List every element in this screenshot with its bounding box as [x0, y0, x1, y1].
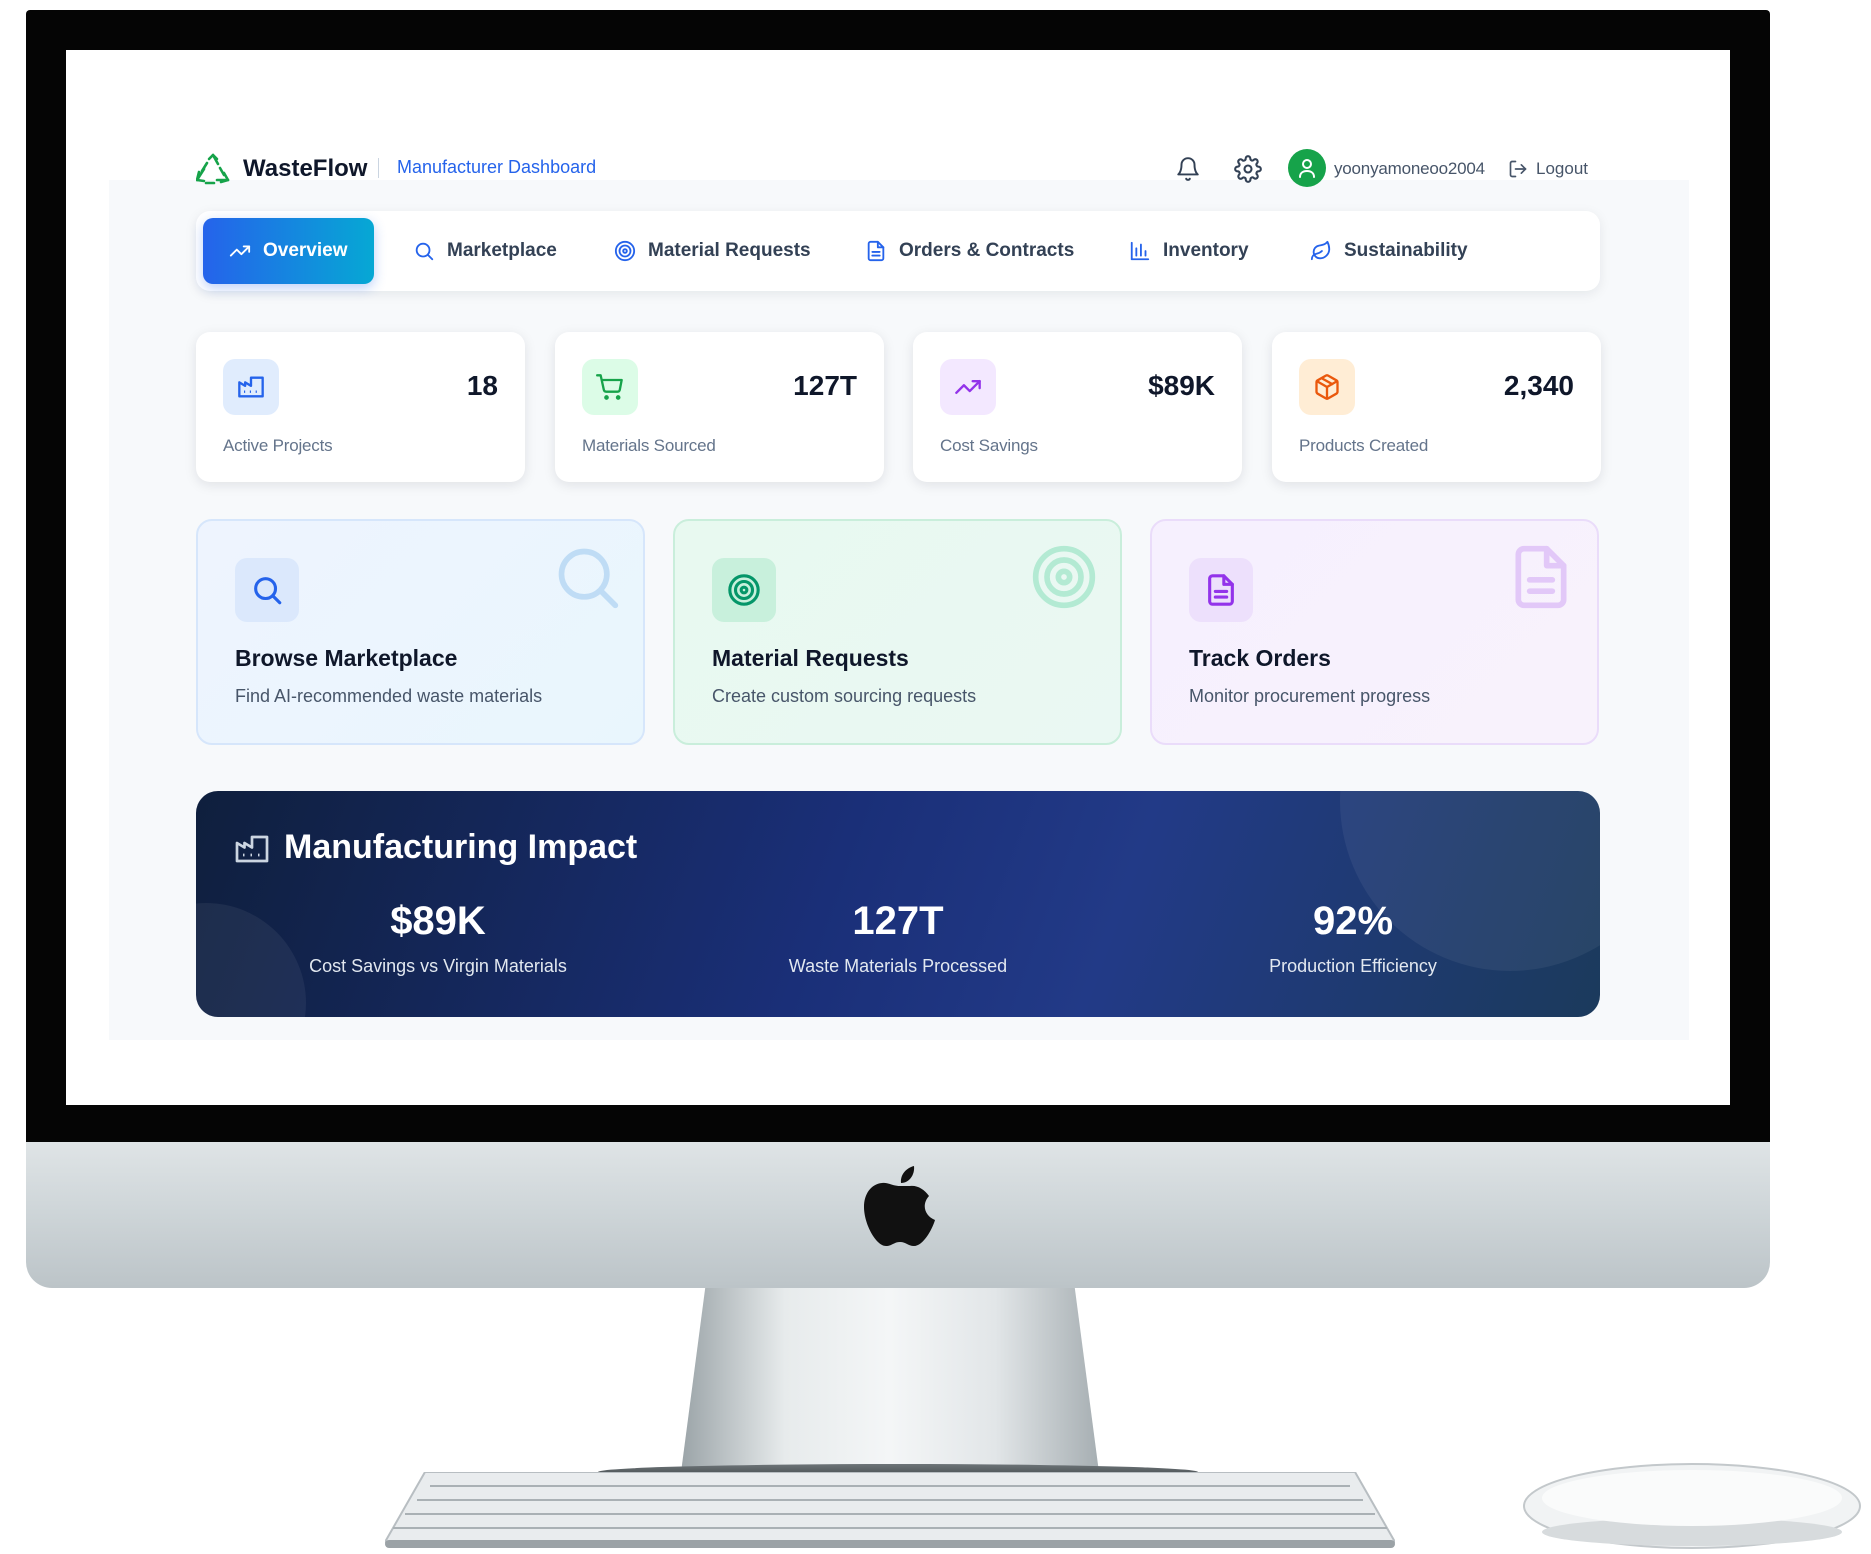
document-icon	[1208, 574, 1234, 606]
action-icon-bg	[235, 558, 299, 622]
stat-card-active-projects[interactable]: 18 Active Projects	[196, 332, 525, 482]
stat-label: Active Projects	[223, 436, 333, 455]
trending-up-icon	[229, 245, 251, 257]
impact-metric: 92% Production Efficiency	[1103, 899, 1600, 977]
action-icon-bg	[1189, 558, 1253, 622]
tab-sustainability[interactable]: Sustainability	[1310, 218, 1468, 284]
trending-up-icon	[955, 380, 981, 394]
target-icon	[1032, 545, 1096, 609]
tab-overview[interactable]: Overview	[203, 218, 374, 284]
apple-logo-icon	[864, 1166, 935, 1246]
cart-icon	[596, 374, 623, 400]
leaf-icon	[1310, 240, 1331, 261]
username[interactable]: yoonyamoneoo2004	[1334, 159, 1485, 179]
nav-tabs: Overview Marketplace Material Requests O…	[196, 211, 1600, 291]
metric-value: $89K	[390, 899, 486, 943]
gear-icon[interactable]	[1234, 155, 1262, 183]
browse-marketplace-card[interactable]: Browse Marketplace Find AI-recommended w…	[196, 519, 645, 745]
stat-card-products-created[interactable]: 2,340 Products Created	[1272, 332, 1601, 482]
factory-icon	[238, 376, 264, 398]
impact-title: Manufacturing Impact	[284, 828, 638, 866]
monitor-stand	[680, 1288, 1100, 1480]
action-title: Browse Marketplace	[235, 645, 458, 671]
action-title: Track Orders	[1189, 645, 1331, 671]
document-icon	[1515, 545, 1567, 609]
manufacturing-impact-banner: Manufacturing Impact $89K Cost Savings v…	[196, 791, 1600, 1017]
stat-icon-bg	[223, 359, 279, 415]
tab-marketplace[interactable]: Marketplace	[413, 218, 557, 284]
package-icon	[1315, 374, 1339, 400]
stat-value: $89K	[1148, 370, 1215, 401]
dashboard-subtitle: Manufacturer Dashboard	[397, 157, 597, 177]
action-icon-bg	[712, 558, 776, 622]
tab-label: Sustainability	[1344, 240, 1468, 261]
stat-value: 127T	[793, 370, 857, 401]
target-icon	[728, 574, 760, 606]
mouse	[1523, 1463, 1861, 1549]
logout-button[interactable]: Logout	[1508, 154, 1588, 184]
factory-icon	[235, 835, 269, 863]
keyboard	[385, 1472, 1395, 1548]
user-icon	[1299, 159, 1315, 178]
stat-value: 2,340	[1503, 370, 1574, 401]
metric-value: 127T	[852, 899, 944, 943]
metric-value: 92%	[1312, 899, 1394, 943]
metric-label: Cost Savings vs Virgin Materials	[309, 956, 567, 976]
search-icon	[254, 577, 282, 605]
material-requests-card[interactable]: Material Requests Create custom sourcing…	[673, 519, 1122, 745]
brand-separator	[378, 158, 379, 178]
action-title: Material Requests	[712, 645, 909, 671]
metric-label: Production Efficiency	[1269, 956, 1437, 976]
stat-label: Materials Sourced	[582, 436, 716, 455]
top-bar: WasteFlow Manufacturer Dashboard yoonyam…	[66, 125, 1730, 205]
logout-icon	[1509, 160, 1527, 178]
bell-icon[interactable]	[1175, 155, 1201, 183]
target-icon	[614, 240, 636, 262]
brand-name[interactable]: WasteFlow	[243, 155, 367, 183]
tab-material-requests[interactable]: Material Requests	[614, 218, 811, 284]
action-description: Find AI-recommended waste materials	[235, 686, 543, 706]
tab-inventory[interactable]: Inventory	[1129, 218, 1249, 284]
recycle-icon	[196, 153, 230, 185]
action-description: Create custom sourcing requests	[712, 686, 977, 706]
stat-value: 18	[466, 370, 498, 401]
impact-metric: $89K Cost Savings vs Virgin Materials	[196, 899, 688, 977]
impact-metric: 127T Waste Materials Processed	[648, 899, 1148, 977]
action-description: Monitor procurement progress	[1189, 686, 1431, 706]
tab-label: Orders & Contracts	[899, 240, 1075, 261]
tab-label: Material Requests	[648, 240, 811, 261]
search-icon	[415, 242, 434, 261]
metric-label: Waste Materials Processed	[788, 956, 1008, 976]
bar-chart-icon	[1130, 241, 1150, 261]
stat-card-materials-sourced[interactable]: 127T Materials Sourced	[555, 332, 884, 482]
tab-label: Inventory	[1163, 240, 1249, 261]
avatar[interactable]	[1288, 149, 1326, 187]
stat-card-cost-savings[interactable]: $89K Cost Savings	[913, 332, 1242, 482]
track-orders-card[interactable]: Track Orders Monitor procurement progres…	[1150, 519, 1599, 745]
search-icon	[558, 548, 619, 609]
tab-label: Marketplace	[447, 240, 557, 261]
document-icon	[867, 240, 885, 262]
tab-label: Overview	[263, 240, 348, 261]
screen: WasteFlow Manufacturer Dashboard yoonyam…	[66, 50, 1730, 1105]
tab-orders-contracts[interactable]: Orders & Contracts	[865, 218, 1074, 284]
stat-icon-bg	[1299, 359, 1355, 415]
stat-label: Products Created	[1299, 436, 1429, 455]
stat-label: Cost Savings	[940, 436, 1038, 455]
logout-label: Logout	[1536, 159, 1588, 178]
stat-icon-bg	[582, 359, 638, 415]
stat-icon-bg	[940, 359, 996, 415]
